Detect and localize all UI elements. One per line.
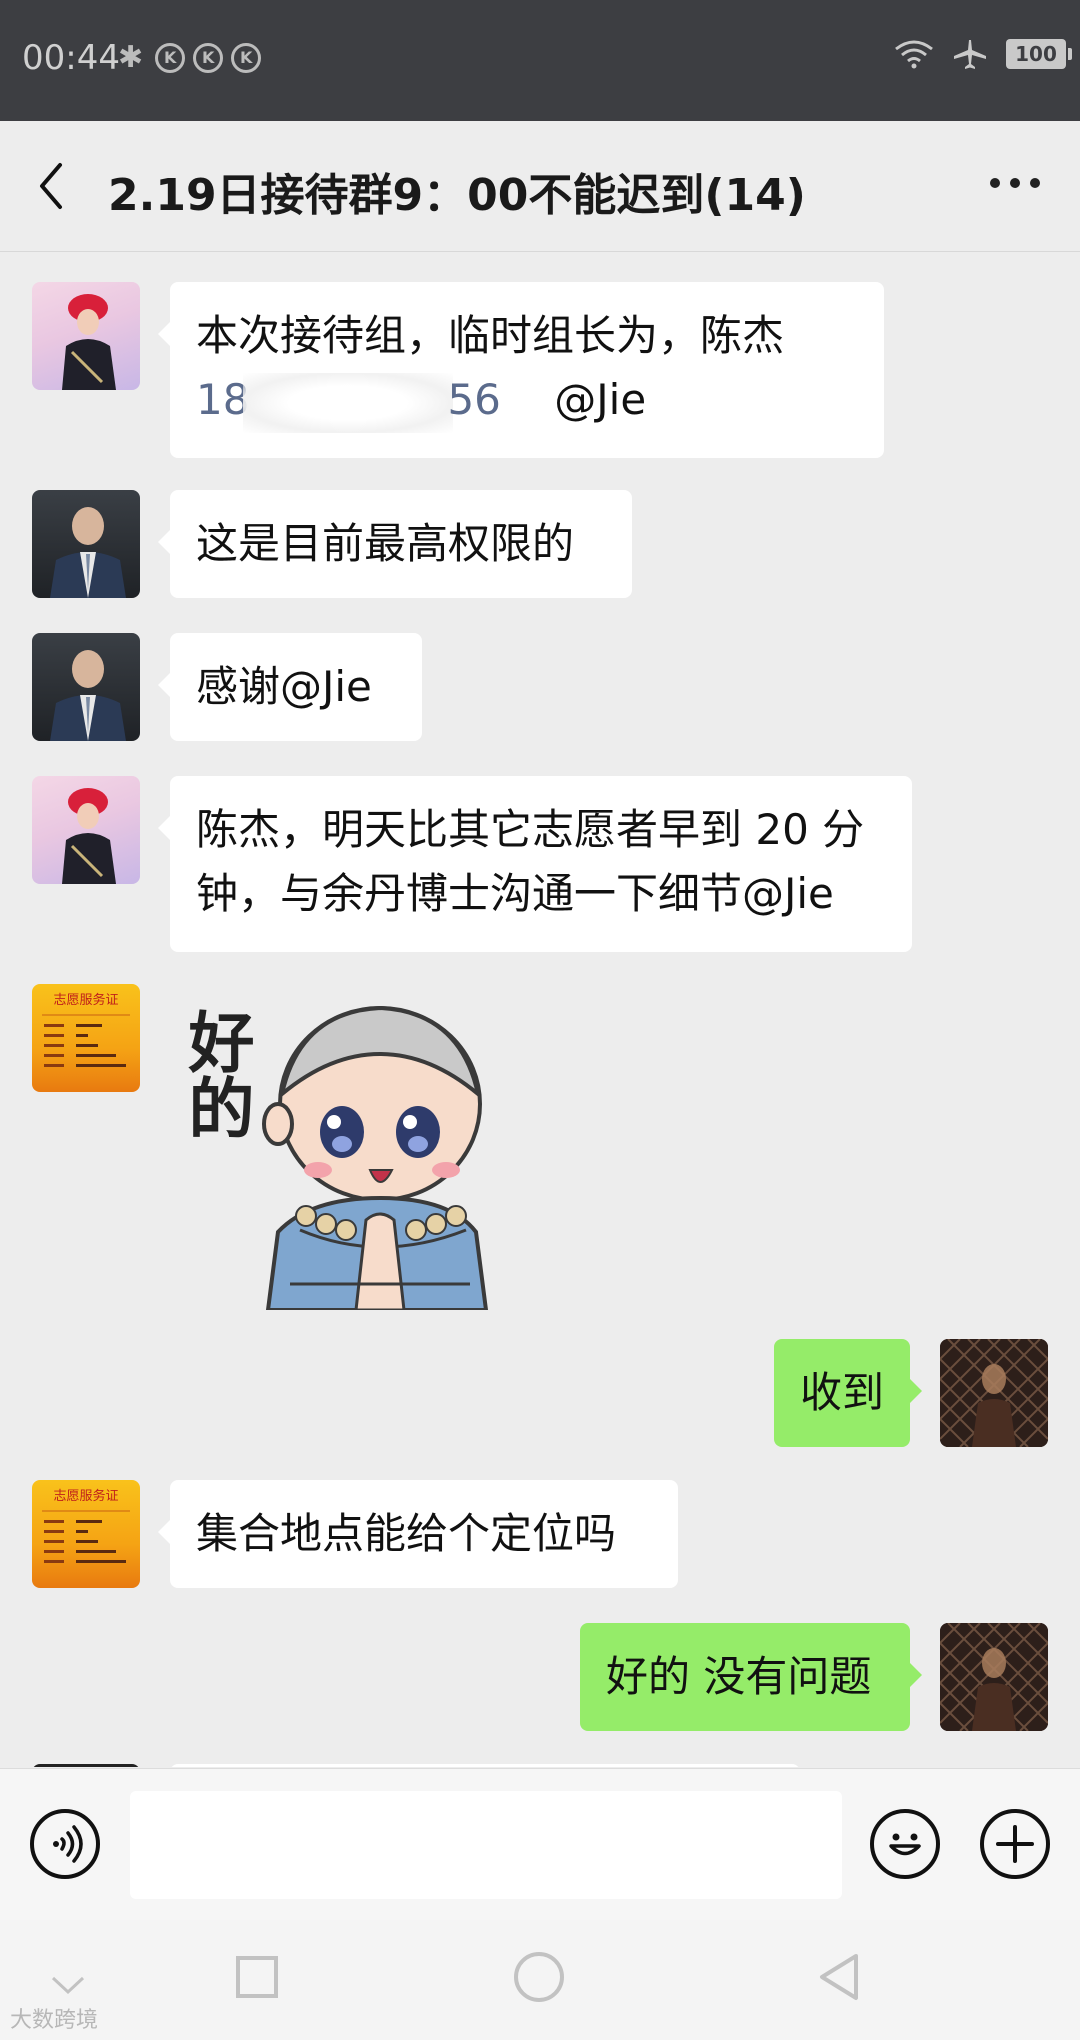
bluetooth-icon: ✱ — [118, 40, 144, 75]
airplane-icon — [954, 40, 986, 69]
notification-k-icon: K — [155, 43, 186, 73]
wifi-icon — [895, 40, 933, 69]
message-bubble-mine[interactable]: 收到 — [774, 1339, 922, 1447]
voice-input-icon[interactable] — [30, 1809, 100, 1879]
input-bar — [0, 1768, 1080, 1921]
message-bubble-partial — [170, 1764, 800, 1767]
svg-text:好的: 好的 — [178, 1008, 256, 1140]
monk-sticker-icon: 好的 — [178, 1005, 489, 1312]
svg-text:志愿服务证: 志愿服务证 — [53, 1488, 118, 1504]
message-bubble[interactable]: 感谢@Jie — [158, 633, 422, 741]
home-icon[interactable] — [514, 1952, 564, 2002]
avatar[interactable]: 志愿服务证 — [32, 1480, 140, 1588]
back-icon[interactable] — [816, 1952, 860, 2002]
message-bubble[interactable]: 这是目前最高权限的 — [158, 490, 632, 598]
my-avatar[interactable] — [940, 1339, 1048, 1447]
recent-apps-icon[interactable] — [236, 1956, 278, 1998]
message-bubble[interactable]: 本次接待组，临时组长为，陈杰 18 56 @Jie — [158, 282, 884, 458]
notification-k-icon: K — [193, 43, 224, 73]
sticker[interactable]: 好的 — [170, 984, 500, 1312]
message-bubble[interactable]: 陈杰，明天比其它志愿者早到 20 分 钟，与余丹博士沟通一下细节@Jie — [158, 776, 912, 952]
message-text: 本次接待组，临时组长为，陈杰 — [196, 311, 785, 360]
message-input[interactable] — [130, 1791, 842, 1899]
chat-title: 2.19日接待群9：00不能迟到(14) — [108, 170, 806, 221]
message-text-line2: 钟，与余丹博士沟通一下细节@Jie — [196, 869, 834, 918]
back-arrow-icon[interactable] — [34, 161, 68, 211]
avatar[interactable] — [32, 282, 140, 390]
svg-text:志愿服务证: 志愿服务证 — [53, 992, 118, 1008]
chat-header: 2.19日接待群9：00不能迟到(14) — [0, 121, 1080, 252]
person-avatar-icon — [50, 507, 126, 598]
avatar[interactable] — [32, 490, 140, 598]
avatar-partial — [32, 1764, 140, 1767]
notification-k-icon: K — [231, 43, 262, 73]
person-avatar-icon — [940, 1623, 1048, 1731]
message-text: 陈杰，明天比其它志愿者早到 20 分 — [196, 805, 865, 854]
watermark: 大数跨境 — [10, 2008, 99, 2033]
person-avatar-icon — [62, 788, 116, 884]
battery-indicator: 100 — [1006, 39, 1072, 69]
person-avatar-icon — [940, 1339, 1048, 1447]
message-text-line2: 18 56 @Jie — [196, 368, 858, 433]
chevron-down-icon[interactable] — [50, 1974, 86, 1996]
message-text: 收到 — [800, 1368, 885, 1417]
avatar[interactable] — [32, 633, 140, 741]
message-text: 感谢@Jie — [196, 662, 372, 711]
status-time: 00:44 — [22, 38, 120, 78]
message-list[interactable]: 本次接待组，临时组长为，陈杰 18 56 @Jie 这是目前最高权限的 感谢@Ji… — [0, 252, 1080, 1767]
system-nav-bar — [0, 1920, 1080, 2040]
person-avatar-icon — [62, 294, 116, 390]
avatar[interactable]: 志愿服务证 — [32, 984, 140, 1092]
status-bar: 00:44 ✱ K K K 100 — [0, 0, 1080, 121]
message-bubble[interactable]: 集合地点能给个定位吗 — [158, 1480, 678, 1588]
mention[interactable]: @Jie — [554, 375, 646, 424]
more-options-icon[interactable] — [990, 173, 1040, 193]
avatar[interactable] — [32, 776, 140, 884]
volunteer-card-icon: 志愿服务证 — [42, 992, 130, 1067]
message-bubble-mine[interactable]: 好的 没有问题 — [580, 1623, 922, 1731]
message-text: 好的 没有问题 — [606, 1652, 872, 1701]
add-more-icon[interactable] — [980, 1809, 1050, 1879]
phone-number[interactable]: 18 56 — [196, 372, 501, 433]
message-text: 集合地点能给个定位吗 — [196, 1509, 617, 1558]
person-avatar-icon — [50, 650, 126, 741]
my-avatar[interactable] — [940, 1623, 1048, 1731]
message-text: 这是目前最高权限的 — [196, 519, 575, 568]
volunteer-card-icon: 志愿服务证 — [42, 1488, 130, 1563]
emoji-icon[interactable] — [870, 1809, 940, 1879]
redacted-blur — [243, 372, 454, 433]
status-icons: ✱ K K K — [118, 40, 262, 75]
